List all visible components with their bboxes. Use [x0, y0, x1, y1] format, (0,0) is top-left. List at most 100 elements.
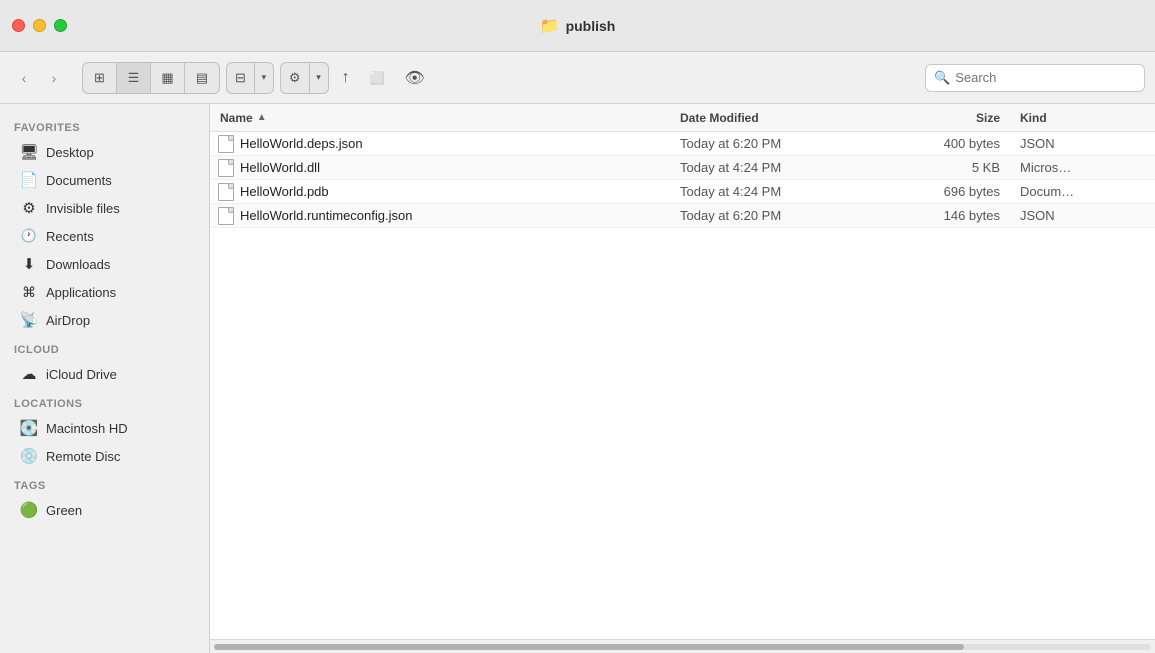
sidebar: Favorites 🖥 Desktop 📄 Documents ⚙ Invisi…	[0, 104, 210, 653]
forward-button[interactable]: ›	[40, 64, 68, 92]
sidebar-label-downloads: Downloads	[46, 257, 110, 272]
grid-icon: ⊟	[235, 70, 246, 86]
column-view-icon: ▦	[161, 70, 173, 86]
sidebar-item-recents[interactable]: 🕐 Recents	[6, 222, 203, 250]
file-size: 400 bytes	[944, 136, 1000, 151]
search-box[interactable]: 🔍	[925, 64, 1145, 92]
file-kind: JSON	[1020, 208, 1055, 223]
file-name-cell: HelloWorld.runtimeconfig.json	[210, 207, 670, 225]
table-row[interactable]: HelloWorld.runtimeconfig.json Today at 6…	[210, 204, 1155, 228]
file-size: 5 KB	[972, 160, 1000, 175]
file-size: 696 bytes	[944, 184, 1000, 199]
tag-button[interactable]: ⬜	[363, 62, 392, 94]
gear-group: ⚙ ▾	[280, 62, 329, 94]
green-tag-icon: 🟢	[20, 501, 38, 519]
file-name: HelloWorld.runtimeconfig.json	[240, 208, 412, 223]
file-kind-cell: JSON	[1010, 208, 1155, 223]
search-input[interactable]	[955, 70, 1136, 85]
table-row[interactable]: HelloWorld.pdb Today at 4:24 PM 696 byte…	[210, 180, 1155, 204]
sidebar-label-airdrop: AirDrop	[46, 313, 90, 328]
documents-icon: 📄	[20, 171, 38, 189]
column-name-label: Name	[220, 111, 253, 125]
sidebar-item-applications[interactable]: ⌘ Applications	[6, 278, 203, 306]
sidebar-item-macintosh-hd[interactable]: 💽 Macintosh HD	[6, 414, 203, 442]
sidebar-section-favorites: Favorites	[0, 112, 209, 138]
sidebar-section-tags: Tags	[0, 470, 209, 496]
sidebar-item-airdrop[interactable]: 📡 AirDrop	[6, 306, 203, 334]
file-kind: Micros…	[1020, 160, 1071, 175]
table-row[interactable]: HelloWorld.dll Today at 4:24 PM 5 KB Mic…	[210, 156, 1155, 180]
downloads-icon: ⬇	[20, 255, 38, 273]
sidebar-label-remote-disc: Remote Disc	[46, 449, 120, 464]
horizontal-scrollbar[interactable]	[210, 639, 1155, 653]
file-date-cell: Today at 4:24 PM	[670, 160, 870, 175]
file-list-header: Name ▲ Date Modified Size Kind	[210, 104, 1155, 132]
macintosh-hd-icon: 💽	[20, 419, 38, 437]
file-kind-cell: JSON	[1010, 136, 1155, 151]
sidebar-label-macintosh-hd: Macintosh HD	[46, 421, 128, 436]
icon-view-button[interactable]: ⊞	[83, 63, 117, 93]
invisible-files-icon: ⚙	[20, 199, 38, 217]
column-kind-label: Kind	[1020, 111, 1047, 125]
scroll-track	[214, 644, 1151, 650]
file-name-cell: HelloWorld.deps.json	[210, 135, 670, 153]
file-name-cell: HelloWorld.dll	[210, 159, 670, 177]
minimize-button[interactable]	[33, 19, 46, 32]
gear-dropdown-button[interactable]: ▾	[310, 63, 328, 93]
view-options-group: ⊟ ▾	[226, 62, 274, 94]
sidebar-item-green-tag[interactable]: 🟢 Green	[6, 496, 203, 524]
column-header-date[interactable]: Date Modified	[670, 111, 870, 125]
file-kind: JSON	[1020, 136, 1055, 151]
window-controls	[12, 19, 67, 32]
back-button[interactable]: ‹	[10, 64, 38, 92]
file-date-cell: Today at 6:20 PM	[670, 208, 870, 223]
sidebar-item-documents[interactable]: 📄 Documents	[6, 166, 203, 194]
sidebar-item-icloud-drive[interactable]: ☁ iCloud Drive	[6, 360, 203, 388]
tag-icon: ⬜	[370, 71, 385, 85]
applications-icon: ⌘	[20, 283, 38, 301]
gear-button[interactable]: ⚙	[281, 63, 310, 93]
sidebar-item-remote-disc[interactable]: 💿 Remote Disc	[6, 442, 203, 470]
icloud-drive-icon: ☁	[20, 365, 38, 383]
column-date-label: Date Modified	[680, 111, 759, 125]
file-list: HelloWorld.deps.json Today at 6:20 PM 40…	[210, 132, 1155, 639]
file-date: Today at 6:20 PM	[680, 208, 781, 223]
sidebar-label-desktop: Desktop	[46, 145, 94, 160]
column-size-label: Size	[976, 111, 1000, 125]
sidebar-item-desktop[interactable]: 🖥 Desktop	[6, 138, 203, 166]
sidebar-label-applications: Applications	[46, 285, 116, 300]
view-group: ⊞ ☰ ▦ ▤	[82, 62, 220, 94]
file-date: Today at 4:24 PM	[680, 184, 781, 199]
folder-icon: 📁	[540, 16, 560, 36]
sidebar-label-icloud-drive: iCloud Drive	[46, 367, 117, 382]
file-date-cell: Today at 4:24 PM	[670, 184, 870, 199]
title-bar: 📁 publish	[0, 0, 1155, 52]
file-size-cell: 146 bytes	[870, 208, 1010, 223]
gallery-view-button[interactable]: ▤	[185, 63, 219, 93]
list-view-button[interactable]: ☰	[117, 63, 151, 93]
sidebar-section-locations: Locations	[0, 388, 209, 414]
file-icon	[218, 135, 234, 153]
file-icon	[218, 207, 234, 225]
gear-chevron-icon: ▾	[316, 72, 321, 83]
sidebar-label-recents: Recents	[46, 229, 94, 244]
share-button[interactable]: ↑	[335, 62, 357, 94]
view-options-button[interactable]: ⊟	[227, 63, 255, 93]
sidebar-section-icloud: iCloud	[0, 334, 209, 360]
maximize-button[interactable]	[54, 19, 67, 32]
sidebar-item-downloads[interactable]: ⬇ Downloads	[6, 250, 203, 278]
recents-icon: 🕐	[20, 227, 38, 245]
column-header-kind[interactable]: Kind	[1010, 111, 1155, 125]
preview-button[interactable]: 👁	[398, 62, 432, 94]
column-header-name[interactable]: Name ▲	[210, 111, 670, 125]
file-pane: Name ▲ Date Modified Size Kind HelloWorl…	[210, 104, 1155, 653]
column-view-button[interactable]: ▦	[151, 63, 185, 93]
file-kind-cell: Micros…	[1010, 160, 1155, 175]
close-button[interactable]	[12, 19, 25, 32]
file-name: HelloWorld.pdb	[240, 184, 329, 199]
gear-icon: ⚙	[289, 70, 301, 86]
sidebar-item-invisible-files[interactable]: ⚙ Invisible files	[6, 194, 203, 222]
table-row[interactable]: HelloWorld.deps.json Today at 6:20 PM 40…	[210, 132, 1155, 156]
column-header-size[interactable]: Size	[870, 111, 1010, 125]
view-options-dropdown-button[interactable]: ▾	[255, 63, 273, 93]
